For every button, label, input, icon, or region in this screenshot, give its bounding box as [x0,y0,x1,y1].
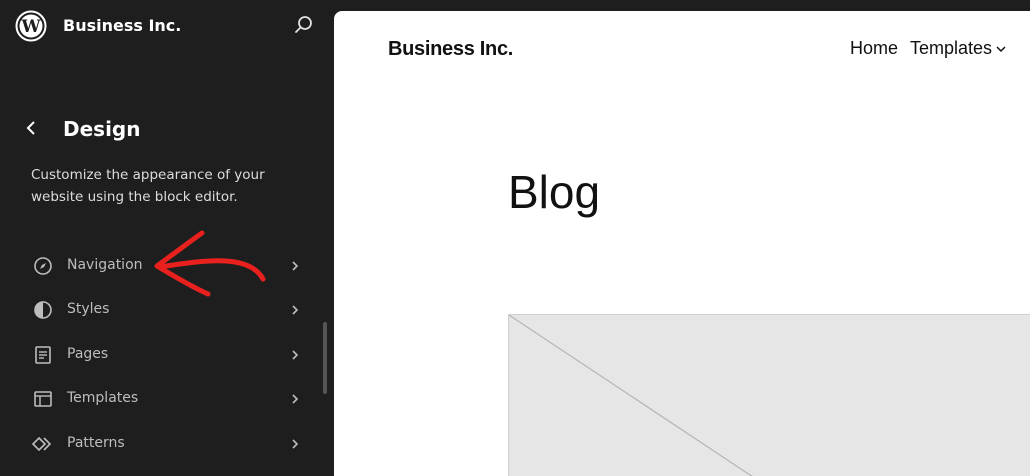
sidebar-item-label: Styles [67,301,110,317]
chevron-right-icon [292,305,299,315]
sidebar-item-label: Patterns [67,435,125,451]
design-sidebar: W Business Inc. Design Customize the app… [0,0,334,476]
sidebar-item-styles[interactable]: Styles [31,292,303,328]
pages-document-icon [35,346,51,364]
sidebar-scrollbar[interactable] [323,322,327,394]
preview-page-heading[interactable]: Blog [508,165,600,219]
site-preview-canvas[interactable]: Business Inc. Home Templates Blog [334,11,1030,476]
sidebar-item-label: Templates [67,390,139,406]
preview-navigation: Home Templates [850,38,1006,59]
sidebar-item-patterns[interactable]: Patterns [31,426,303,462]
sidebar-item-navigation[interactable]: Navigation [31,248,303,284]
templates-layout-icon [34,391,52,407]
site-name[interactable]: Business Inc. [63,16,181,35]
sidebar-item-pages[interactable]: Pages [31,337,303,373]
preview-nav-templates[interactable]: Templates [910,38,992,58]
wordpress-logo-icon[interactable]: W [15,10,47,42]
navigation-compass-icon [34,257,52,275]
section-title: Design [63,117,141,141]
chevron-right-icon [292,394,299,404]
chevron-right-icon [292,350,299,360]
preview-site-title[interactable]: Business Inc. [388,38,513,61]
search-icon[interactable] [293,14,315,36]
back-chevron-icon[interactable] [19,115,45,141]
chevron-right-icon [292,439,299,449]
svg-text:W: W [20,17,41,37]
sidebar-item-label: Navigation [67,257,143,273]
preview-nav-home[interactable]: Home [850,38,898,58]
sidebar-item-templates[interactable]: Templates [31,381,303,417]
styles-half-circle-icon [34,301,52,319]
placeholder-diagonal-icon [509,315,753,476]
patterns-diamond-icon [31,436,52,452]
chevron-right-icon [292,261,299,271]
chevron-down-icon[interactable] [996,44,1006,54]
preview-image-placeholder[interactable] [508,314,1030,476]
section-description: Customize the appearance of your website… [31,167,265,205]
sidebar-item-label: Pages [67,346,109,362]
